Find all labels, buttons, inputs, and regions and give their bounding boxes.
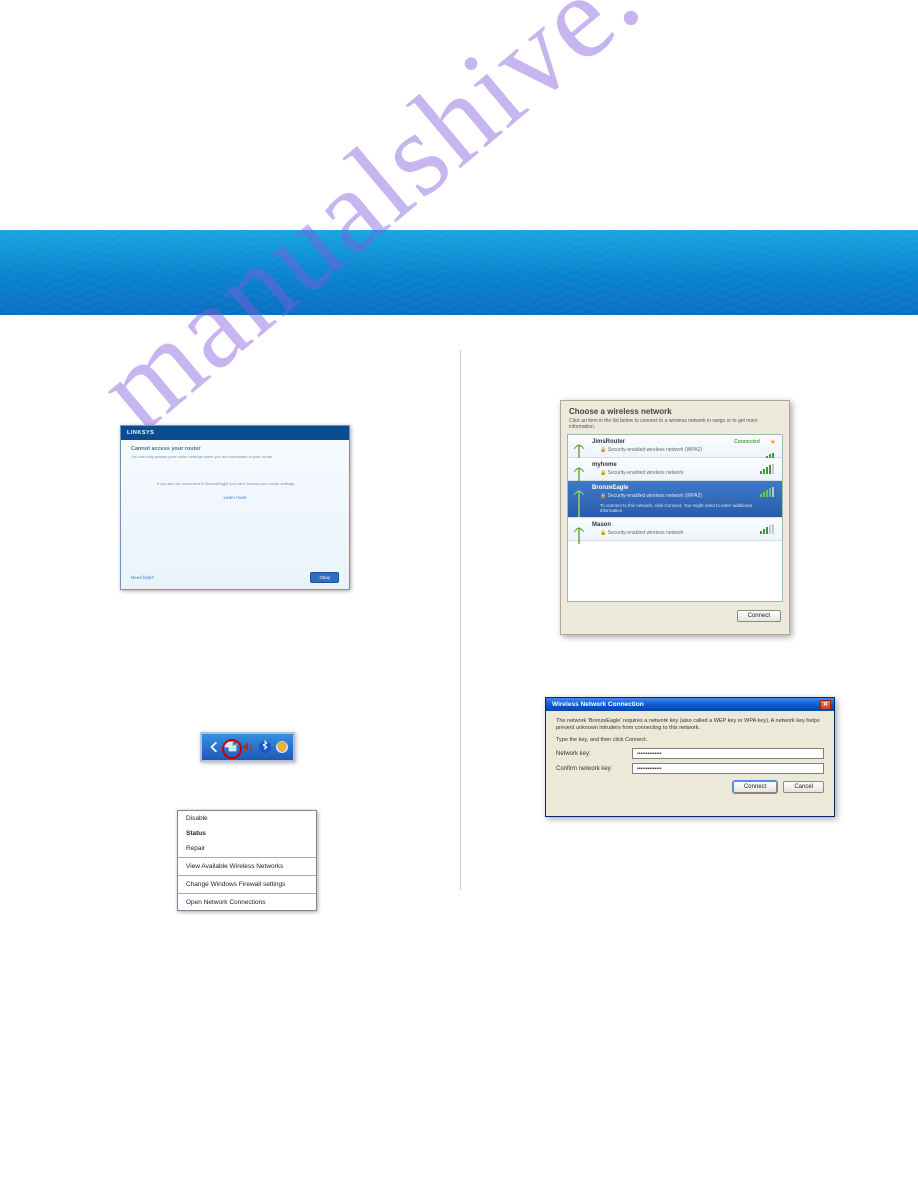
linksys-brand: LINKSYS bbox=[121, 426, 349, 440]
signal-bars-icon bbox=[760, 464, 776, 474]
watermark-text: manualshive.com bbox=[71, 0, 829, 458]
highlight-circle bbox=[222, 739, 242, 759]
okay-button[interactable]: Okay bbox=[310, 572, 339, 583]
confirm-key-field[interactable]: •••••••••••••• bbox=[632, 763, 824, 774]
network-key-field[interactable]: •••••••••••••• bbox=[632, 748, 824, 759]
cancel-button[interactable]: Cancel bbox=[783, 781, 824, 793]
menu-item-status[interactable]: Status bbox=[178, 826, 316, 841]
wireless-key-dialog: Wireless Network Connection ✕ The networ… bbox=[545, 697, 835, 817]
lock-icon: 🔒 bbox=[600, 470, 606, 476]
network-name: BronzeEagle bbox=[592, 485, 776, 491]
star-icon: ★ bbox=[770, 438, 776, 446]
network-item[interactable]: JimsRouter Connected ★ 🔒 Security-enable… bbox=[568, 435, 782, 458]
antenna-icon bbox=[572, 485, 586, 519]
signal-bars-icon bbox=[760, 524, 776, 534]
linksys-subtitle: You can only access your router settings… bbox=[131, 454, 339, 459]
menu-item-repair[interactable]: Repair bbox=[178, 841, 316, 856]
decorative-blue-band bbox=[0, 230, 918, 315]
dialog-title: Wireless Network Connection bbox=[552, 701, 644, 708]
connect-button[interactable]: Connect bbox=[733, 781, 777, 793]
connected-label: Connected bbox=[734, 439, 760, 445]
dialog-instruction: Type the key, and then click Connect. bbox=[556, 737, 824, 744]
choose-wireless-network-panel: Choose a wireless network Click an item … bbox=[560, 400, 790, 635]
menu-separator bbox=[178, 893, 316, 894]
network-name: Mason bbox=[592, 522, 776, 528]
menu-item-open-connections[interactable]: Open Network Connections bbox=[178, 895, 316, 910]
network-item-selected[interactable]: BronzeEagle 🔒 Security-enabled wireless … bbox=[568, 481, 782, 518]
network-extra-info: To connect to this network, click Connec… bbox=[600, 503, 776, 513]
need-help-link[interactable]: Need help? bbox=[131, 575, 154, 580]
lock-icon: 🔒 bbox=[600, 530, 606, 536]
bluetooth-icon[interactable] bbox=[258, 740, 272, 754]
network-security: Security-enabled wireless network bbox=[608, 530, 684, 536]
system-tray bbox=[200, 732, 295, 762]
connect-button[interactable]: Connect bbox=[737, 610, 781, 622]
close-icon[interactable]: ✕ bbox=[820, 700, 831, 710]
shield-icon[interactable] bbox=[275, 740, 289, 754]
network-security: Security-enabled wireless network bbox=[608, 470, 684, 476]
wireless-panel-subtitle: Click an item in the list below to conne… bbox=[561, 418, 789, 434]
menu-item-view-networks[interactable]: View Available Wireless Networks bbox=[178, 859, 316, 874]
antenna-icon bbox=[572, 522, 586, 546]
network-item[interactable]: Mason 🔒 Security-enabled wireless networ… bbox=[568, 518, 782, 541]
linksys-dialog: LINKSYS Cannot access your router You ca… bbox=[120, 425, 350, 590]
network-name: myhome bbox=[592, 462, 776, 468]
menu-item-disable[interactable]: Disable bbox=[178, 811, 316, 826]
network-security: Security-enabled wireless network (WPA2) bbox=[608, 493, 702, 499]
lock-icon: 🔒 bbox=[600, 493, 606, 499]
learn-more-link[interactable]: Learn more bbox=[131, 495, 339, 500]
network-key-label: Network key: bbox=[556, 751, 632, 757]
lock-icon: 🔒 bbox=[600, 447, 606, 453]
wireless-network-list: JimsRouter Connected ★ 🔒 Security-enable… bbox=[567, 434, 783, 602]
linksys-title: Cannot access your router bbox=[131, 446, 339, 452]
linksys-message: If you are not connected to BronzeEagle … bbox=[157, 481, 313, 487]
menu-item-firewall[interactable]: Change Windows Firewall settings bbox=[178, 877, 316, 892]
signal-bars-icon bbox=[760, 487, 776, 497]
menu-separator bbox=[178, 875, 316, 876]
wireless-panel-title: Choose a wireless network bbox=[561, 401, 789, 418]
page-column-divider bbox=[460, 350, 461, 890]
confirm-key-label: Confirm network key: bbox=[556, 766, 632, 772]
tray-context-menu: Disable Status Repair View Available Wir… bbox=[177, 810, 317, 911]
network-security: Security-enabled wireless network (WPA2) bbox=[608, 447, 702, 453]
dialog-description: The network 'BronzeEagle' requires a net… bbox=[556, 718, 824, 732]
network-item[interactable]: myhome 🔒 Security-enabled wireless netwo… bbox=[568, 458, 782, 481]
volume-icon[interactable] bbox=[241, 740, 255, 754]
tray-expand-icon[interactable] bbox=[207, 740, 221, 754]
menu-separator bbox=[178, 857, 316, 858]
